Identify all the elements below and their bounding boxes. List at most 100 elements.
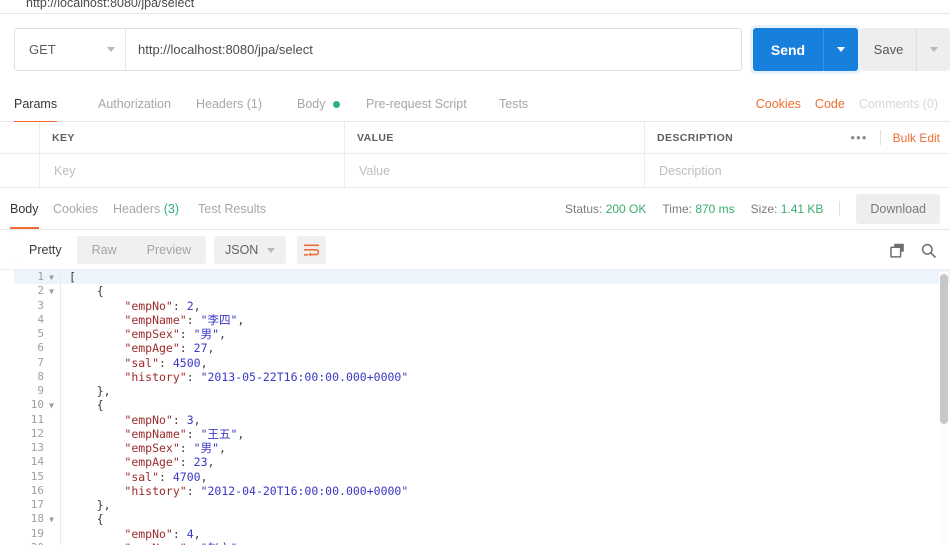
status-label: Status:: [565, 201, 603, 216]
params-table: KEY VALUE DESCRIPTION ••• Bulk Edit: [0, 122, 950, 188]
word-wrap-icon[interactable]: [297, 236, 326, 264]
code-line: 11▼ "empNo": 3,: [14, 412, 950, 427]
gutter-divider: [60, 355, 61, 370]
code-token: {: [96, 512, 104, 527]
gutter-divider: [60, 426, 61, 441]
link-cookies[interactable]: Cookies: [756, 97, 801, 111]
code-text: "empNo": 2,: [60, 299, 200, 313]
code-text: {: [60, 284, 104, 298]
code-line: 5▼ "empSex": "男",: [14, 327, 950, 342]
fold-toggle-icon[interactable]: ▼: [47, 285, 56, 299]
request-tab-label: Tests: [499, 97, 529, 111]
open-request-tab-label[interactable]: http://localhost:8080/jpa/select: [26, 0, 194, 10]
response-tab-headers[interactable]: Headers (3): [113, 188, 179, 229]
gutter-divider: [60, 341, 61, 356]
code-text: {: [60, 512, 104, 526]
code-text: "empAge": 23,: [60, 455, 214, 469]
download-button[interactable]: Download: [856, 193, 940, 224]
view-mode-preview[interactable]: Preview: [132, 236, 206, 264]
param-description-cell[interactable]: [645, 154, 950, 187]
request-tab-body[interactable]: Body: [297, 86, 340, 122]
code-line: 20▼ "empName": "赵六",: [14, 540, 950, 545]
request-tab-params[interactable]: Params: [14, 86, 58, 123]
code-token: 4700: [172, 469, 201, 484]
params-header-description: DESCRIPTION ••• Bulk Edit: [645, 122, 950, 153]
response-tab-cookies[interactable]: Cookies: [53, 188, 98, 229]
params-header-value: VALUE: [345, 122, 645, 153]
response-tab-test-results[interactable]: Test Results: [198, 188, 266, 229]
code-text: "history": "2012-04-20T16:00:00.000+0000…: [60, 484, 408, 498]
response-tab-label: Body: [10, 201, 39, 216]
response-scrollbar-thumb[interactable]: [940, 274, 948, 424]
gutter-divider: [60, 483, 61, 498]
url-input[interactable]: [126, 29, 741, 70]
code-token: ,: [193, 412, 201, 427]
http-method-dropdown[interactable]: GET: [15, 29, 126, 70]
code-line: 2 ▼ {: [14, 284, 950, 299]
fold-toggle-icon[interactable]: ▼: [47, 513, 56, 527]
code-token: :: [159, 469, 173, 484]
request-tab-strip: http://localhost:8080/jpa/select: [0, 0, 950, 14]
gutter-divider: [60, 412, 61, 427]
send-button-group: Send: [753, 28, 858, 71]
search-glyph: [921, 243, 936, 258]
request-tab-headers-1[interactable]: Headers (1): [196, 86, 262, 122]
response-toolbar-icons: [890, 236, 936, 264]
send-button[interactable]: Send: [753, 28, 823, 71]
param-row-checkbox-cell[interactable]: [0, 154, 40, 187]
code-token: "王五": [200, 426, 238, 441]
code-token: "history": [124, 483, 187, 498]
gutter-divider: [60, 398, 61, 413]
code-token: ,: [219, 327, 226, 341]
param-description-input[interactable]: [657, 162, 940, 179]
chevron-down-icon: [837, 47, 845, 52]
bulk-edit-button[interactable]: Bulk Edit: [893, 131, 940, 145]
response-tab-label: Test Results: [198, 201, 267, 216]
save-button[interactable]: Save: [861, 28, 916, 71]
fold-toggle-icon[interactable]: ▼: [47, 399, 56, 413]
param-key-input[interactable]: [52, 162, 344, 179]
link-code[interactable]: Code: [815, 97, 845, 111]
copy-icon[interactable]: [890, 243, 905, 258]
code-token: ,: [219, 441, 226, 455]
code-line: 8▼ "history": "2013-05-22T16:00:00.000+0…: [14, 369, 950, 384]
code-token: :: [159, 355, 173, 370]
response-tab-body[interactable]: Body: [10, 188, 39, 229]
gutter-divider: [60, 312, 61, 327]
line-number: 16▼: [30, 483, 44, 497]
send-options-button[interactable]: [823, 28, 858, 71]
gutter-divider: [60, 498, 61, 513]
param-value-input[interactable]: [357, 162, 644, 179]
code-line: 14▼ "empAge": 23,: [14, 455, 950, 470]
request-tab-label: Params: [14, 97, 58, 111]
word-wrap-glyph: [304, 244, 319, 257]
response-body-viewer[interactable]: 1▼[2▼ {3▼ "empNo": 2,4▼ "empName": "李四",…: [14, 270, 950, 545]
description-column-label: DESCRIPTION: [657, 131, 734, 144]
code-token: ,: [237, 541, 244, 545]
line-number: 3▼: [37, 298, 44, 312]
fold-toggle-icon[interactable]: ▼: [47, 271, 56, 285]
view-mode-pretty[interactable]: Pretty: [14, 236, 77, 264]
gutter-divider: [60, 455, 61, 470]
more-options-icon[interactable]: •••: [850, 130, 867, 145]
save-options-button[interactable]: [916, 28, 950, 71]
response-tab-label: Headers: [113, 201, 161, 216]
response-format-dropdown[interactable]: JSON: [214, 236, 287, 264]
response-format-toolbar: Pretty Raw Preview JSON: [0, 230, 950, 270]
request-tab-authorization[interactable]: Authorization: [98, 86, 171, 122]
code-token: :: [179, 455, 194, 470]
param-value-cell[interactable]: [345, 154, 645, 187]
request-tab-tests[interactable]: Tests: [499, 86, 528, 122]
request-tab-pre-request-script[interactable]: Pre-request Script: [366, 86, 467, 122]
param-key-cell[interactable]: [40, 154, 345, 187]
request-tab-label: Headers (1): [196, 97, 262, 111]
code-token: "赵六": [201, 541, 238, 545]
search-icon[interactable]: [921, 243, 936, 258]
view-mode-raw[interactable]: Raw: [77, 236, 132, 264]
